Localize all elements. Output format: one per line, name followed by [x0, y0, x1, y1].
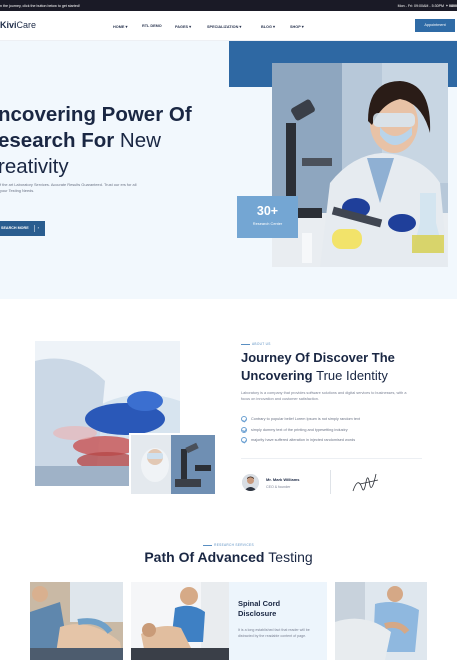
services-title: Path Of Advanced Testing	[144, 549, 313, 565]
menu-item-specialization[interactable]: SPECIALIZATION ▾	[207, 24, 261, 29]
stat-label: Research Center	[252, 221, 283, 226]
menu-item-shop[interactable]: SHOP ▾	[290, 24, 315, 29]
appointment-button[interactable]: Appointment	[415, 19, 455, 32]
about-checklist: Contrary to popular belief Lorem Ipsum i…	[241, 414, 360, 446]
about-eyebrow: ABOUT US	[241, 342, 271, 346]
divider	[330, 470, 331, 494]
service-card-image[interactable]	[335, 582, 427, 660]
announcement-text: n the journey, click the button below to…	[0, 3, 80, 8]
service-title[interactable]: Spinal Cord Disclosure	[238, 599, 280, 619]
phone-number[interactable]: + 0800	[446, 4, 457, 8]
signature-image	[350, 466, 382, 496]
about-description: Laboratory is a company that provides so…	[241, 391, 407, 401]
service-card-image[interactable]	[131, 582, 229, 660]
hero-section: ncovering Power Of esearch For New reati…	[0, 41, 457, 299]
chevron-right-icon: ›	[37, 226, 39, 230]
site-logo[interactable]: KiviCare	[0, 20, 36, 30]
list-item: simply dummy text of the printing and ty…	[241, 425, 360, 436]
main-menu: HOME ▾ RTL DEMO PAGES ▾ SPECIALIZATION ▾…	[113, 24, 315, 29]
research-center-stat: 30+ Research Center	[237, 196, 298, 238]
service-description: It is a long established fact that reade…	[238, 628, 310, 638]
list-item: Contrary to popular belief Lorem Ipsum i…	[241, 414, 360, 425]
check-circle-icon	[241, 416, 247, 423]
divider	[241, 458, 422, 459]
list-item: majority have suffered alteration in inj…	[241, 435, 360, 446]
opening-hours: Mon - Fri: 09:00AM - 5:30PM	[397, 3, 444, 8]
author-role: CEO & founder	[266, 485, 291, 489]
service-card-image[interactable]	[30, 582, 123, 660]
menu-item-home[interactable]: HOME ▾	[113, 24, 142, 29]
menu-item-blog[interactable]: BLOG ▾	[261, 24, 290, 29]
author-name: Mr. Mark Williams	[266, 477, 300, 482]
about-title: Journey Of Discover The Uncovering True …	[241, 350, 395, 383]
service-card-featured[interactable]: Spinal Cord Disclosure It is a long esta…	[229, 582, 327, 660]
hero-scientist-photo	[272, 63, 448, 267]
avatar	[242, 474, 259, 491]
check-circle-icon	[241, 437, 247, 444]
main-header: KiviCare HOME ▾ RTL DEMO PAGES ▾ SPECIAL…	[0, 11, 457, 41]
check-circle-icon	[241, 426, 247, 433]
search-more-button[interactable]: SEARCH MORE ›	[0, 221, 45, 236]
services-eyebrow: RESEARCH SERVICES	[0, 543, 457, 547]
stat-number: 30+	[256, 204, 279, 218]
hero-description: f the art Laboratory Services. Accurate …	[0, 182, 137, 193]
menu-item-rtl-demo[interactable]: RTL DEMO	[142, 24, 175, 29]
announcement-bar: n the journey, click the button below to…	[0, 0, 457, 11]
about-microscope-photo	[129, 433, 217, 496]
hero-title: ncovering Power Of esearch For New reati…	[0, 103, 192, 178]
menu-item-pages[interactable]: PAGES ▾	[175, 24, 207, 29]
